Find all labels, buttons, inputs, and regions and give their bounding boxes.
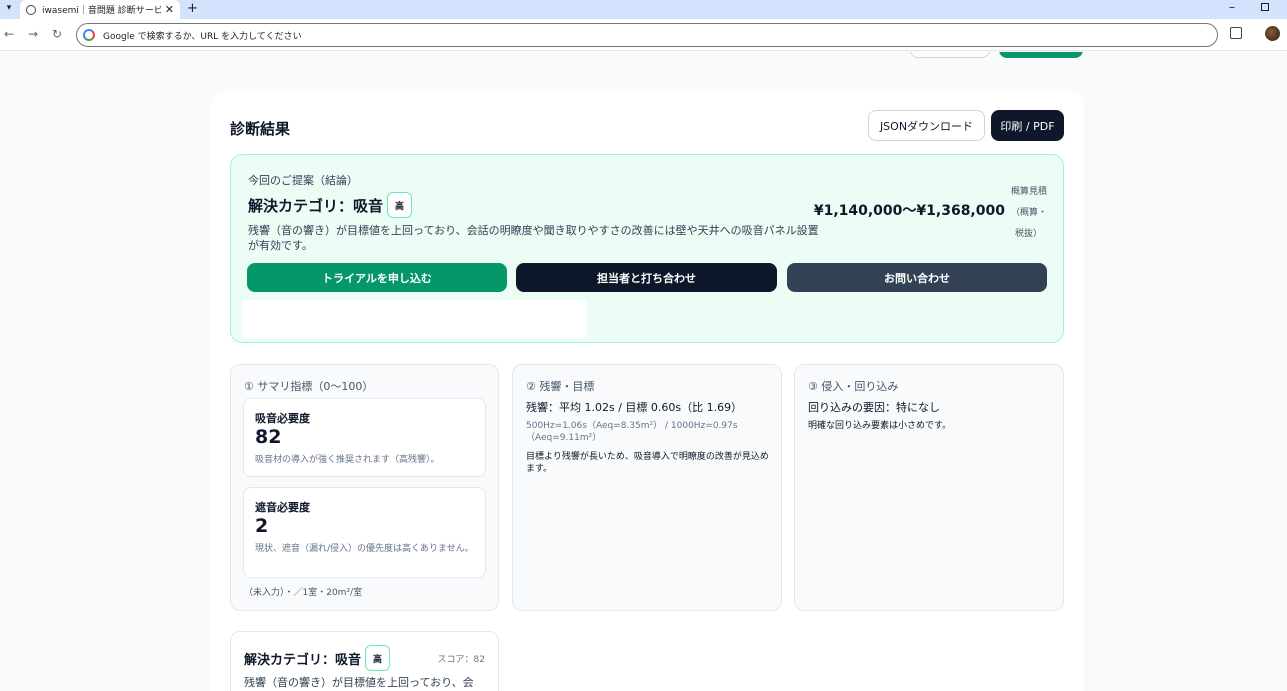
insulation-metric: 遮音必要度 2 現状、遮音（漏れ/侵入）の優先度は高くありません。 [243, 487, 486, 578]
category-title-text: 解決カテゴリ：吸音 [244, 652, 362, 668]
estimate-note-tax: 税抜） [1014, 229, 1042, 239]
json-download-button[interactable]: JSONダウンロード [868, 110, 985, 141]
intrusion-main: 回り込みの要因：特になし [808, 401, 940, 414]
new-tab-icon[interactable]: + [187, 0, 198, 18]
tab-strip: ▾ iwasemi｜音問題 診断サービス ✕ + – [0, 0, 1287, 19]
absorption-value: 82 [255, 426, 282, 448]
insulation-note: 現状、遮音（漏れ/侵入）の優先度は高くありません。 [255, 544, 474, 554]
header-primary-button[interactable] [999, 52, 1083, 58]
browser-tab[interactable]: iwasemi｜音問題 診断サービス ✕ [20, 0, 180, 19]
category-badge: 高 [365, 645, 391, 671]
reverb-heading: ② 残響・目標 [526, 380, 595, 393]
estimate-value: ¥1,140,000〜¥1,368,000 （概算・ [814, 200, 1047, 220]
tab-title: iwasemi｜音問題 診断サービス [42, 6, 161, 16]
category-score: スコア：82 [437, 655, 485, 665]
proposal-description: 残響（音の響き）が目標値を上回っており、会話の明瞭度や聞き取りやすさの改善には壁… [248, 224, 819, 252]
reverb-text: 目標より残響が長いため、吸音導入で明瞭度の改善が見込めます。 [526, 452, 769, 474]
print-pdf-button[interactable]: 印刷 / PDF [991, 110, 1064, 141]
reverb-main: 残響：平均 1.02s / 目標 0.60s（比 1.69） [526, 401, 743, 414]
priority-badge: 高 [387, 192, 413, 218]
address-placeholder: Google で検索するか、URL を入力してください [103, 31, 302, 42]
page-title: 診断結果 [230, 120, 291, 138]
absorption-metric: 吸音必要度 82 吸音材の導入が強く推奨されます（高残響）。 [243, 398, 486, 477]
close-icon[interactable]: ✕ [165, 3, 174, 16]
category-description: 残響（音の響き）が目標値を上回っており、会 [244, 676, 474, 689]
back-icon[interactable]: ← [4, 26, 14, 42]
contact-button[interactable]: お問い合わせ [787, 263, 1047, 292]
proposal-title-text: 解決カテゴリ：吸音 [248, 196, 384, 215]
intrusion-text: 明確な回り込み要素は小さめです。 [808, 421, 952, 431]
reverb-panel: ② 残響・目標 残響：平均 1.02s / 目標 0.60s（比 1.69） 5… [512, 364, 782, 611]
extensions-icon[interactable] [1230, 27, 1242, 39]
estimate-label: 概算見積 [1010, 187, 1047, 197]
estimate-note: （概算・ [1010, 208, 1047, 218]
proposal-kicker: 今回のご提案（結論） [248, 174, 358, 187]
browser-toolbar: ← → ↻ Google で検索するか、URL を入力してください [0, 19, 1287, 51]
minimize-icon[interactable]: – [1229, 0, 1235, 14]
trial-button[interactable]: トライアルを申し込む [247, 263, 507, 292]
google-icon [83, 29, 95, 41]
avatar[interactable] [1265, 26, 1280, 41]
meeting-button[interactable]: 担当者と打ち合わせ [516, 263, 777, 292]
insulation-title: 遮音必要度 [255, 501, 310, 514]
proposal-box: 今回のご提案（結論） 解決カテゴリ：吸音 高 残響（音の響き）が目標値を上回って… [230, 154, 1064, 343]
header-secondary-button[interactable] [910, 52, 990, 58]
intrusion-heading: ③ 侵入・回り込み [808, 380, 899, 393]
embedded-frame [242, 300, 586, 338]
estimate-amount: ¥1,140,000〜¥1,368,000 [813, 203, 1005, 219]
room-info: （未入力）・／1室・20m²/室 [244, 588, 363, 598]
insulation-value: 2 [255, 515, 269, 537]
globe-icon [26, 4, 36, 15]
category-card: 解決カテゴリ：吸音 高 スコア：82 残響（音の響き）が目標値を上回っており、会 [230, 631, 499, 691]
reverb-detail: 500Hz=1.06s（Aeq=8.35m²） / 1000Hz=0.97s（A… [526, 421, 738, 443]
result-card: 診断結果 JSONダウンロード 印刷 / PDF 今回のご提案（結論） 解決カテ… [211, 91, 1084, 691]
proposal-title: 解決カテゴリ：吸音 高 [248, 192, 413, 218]
summary-panel: ① サマリ指標（0〜100） 吸音必要度 82 吸音材の導入が強く推奨されます（… [230, 364, 499, 611]
intrusion-panel: ③ 侵入・回り込み 回り込みの要因：特になし 明確な回り込み要素は小さめです。 [794, 364, 1064, 611]
category-title: 解決カテゴリ：吸音 高 [244, 645, 391, 671]
forward-icon[interactable]: → [28, 26, 38, 42]
summary-heading: ① サマリ指標（0〜100） [244, 380, 374, 393]
reload-icon[interactable]: ↻ [52, 26, 62, 42]
absorption-title: 吸音必要度 [255, 412, 310, 425]
absorption-note: 吸音材の導入が強く推奨されます（高残響）。 [255, 455, 440, 465]
restore-icon[interactable] [1261, 3, 1269, 11]
address-bar[interactable]: Google で検索するか、URL を入力してください [76, 23, 1218, 47]
page-viewport: 診断結果 JSONダウンロード 印刷 / PDF 今回のご提案（結論） 解決カテ… [0, 52, 1287, 691]
tab-search-chevron-icon[interactable]: ▾ [2, 1, 16, 15]
